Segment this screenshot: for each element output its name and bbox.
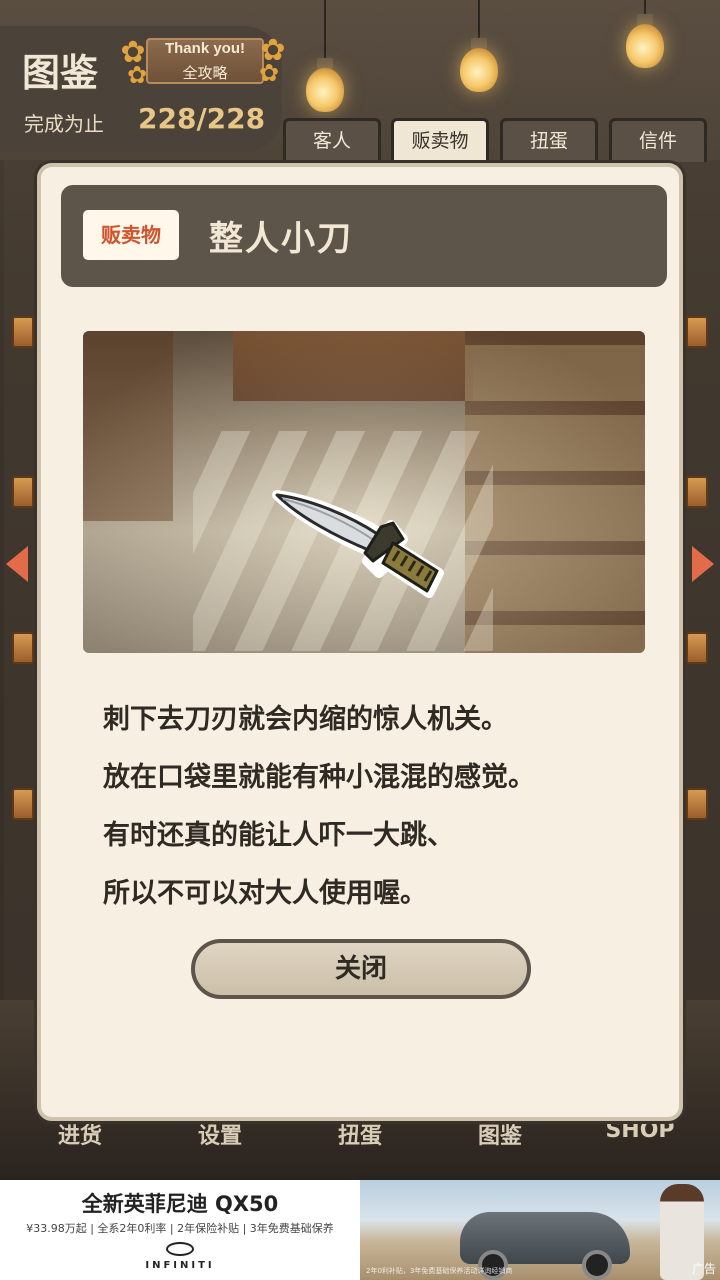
dialog-header: 贩卖物 整人小刀 xyxy=(61,185,667,287)
category-badge: 贩卖物 xyxy=(83,210,179,260)
description-line: 刺下去刀刃就会内缩的惊人机关。 xyxy=(103,704,508,735)
item-name: 整人小刀 xyxy=(209,219,353,259)
hanging-bulb-icon xyxy=(626,0,664,68)
item-detail-dialog: 贩卖物 整人小刀 刺下去刀刃就会内缩的惊人机关。 放在口袋里就能有种小混混的感觉… xyxy=(34,160,686,1124)
completion-ribbon: ✿ ✿ ✿ ✿ Thank you! 全攻略 xyxy=(118,36,290,90)
item-box-icon[interactable] xyxy=(686,788,708,820)
ad-image[interactable]: 2年0利补贴，3年免费基础保养活动详询经销商 广告 xyxy=(360,1180,720,1280)
item-box-icon[interactable] xyxy=(686,316,708,348)
progress-label: 完成为止 xyxy=(24,112,104,136)
ad-headline[interactable]: 全新英菲尼迪 QX50 xyxy=(0,1188,360,1218)
item-illustration xyxy=(83,331,645,653)
description-line: 所以不可以对大人使用喔。 xyxy=(103,878,427,909)
infiniti-logo-icon xyxy=(166,1242,194,1256)
item-box-icon[interactable] xyxy=(686,476,708,508)
item-box-icon[interactable] xyxy=(686,632,708,664)
ad-brand: INFINITI xyxy=(145,1260,215,1271)
tab-letters[interactable]: 信件 xyxy=(609,118,707,162)
item-box-icon[interactable] xyxy=(12,632,34,664)
next-page-arrow-icon[interactable] xyxy=(692,546,714,582)
prev-page-arrow-icon[interactable] xyxy=(6,546,28,582)
hanging-bulb-icon xyxy=(306,0,344,112)
ad-subline[interactable]: ¥33.98万起 | 全系2年0利率 | 2年保险补贴 | 3年免费基础保养 xyxy=(0,1220,360,1236)
item-box-icon[interactable] xyxy=(12,316,34,348)
ad-tag[interactable]: 广告 xyxy=(692,1260,716,1277)
item-box-icon[interactable] xyxy=(12,788,34,820)
ribbon-complete-text: 全攻略 xyxy=(182,64,228,82)
item-box-icon[interactable] xyxy=(12,476,34,508)
tab-gacha[interactable]: 扭蛋 xyxy=(500,118,598,162)
description-line: 有时还真的能让人吓一大跳、 xyxy=(103,820,454,851)
ad-fineprint: 2年0利补贴，3年免费基础保养活动详询经销商 xyxy=(366,1267,513,1275)
item-description: 刺下去刀刃就会内缩的惊人机关。 放在口袋里就能有种小混混的感觉。 有时还真的能让… xyxy=(103,691,643,923)
tab-merchandise[interactable]: 贩卖物 xyxy=(391,118,489,162)
close-button[interactable]: 关闭 xyxy=(191,939,531,999)
ad-banner[interactable]: 全新英菲尼迪 QX50 ¥33.98万起 | 全系2年0利率 | 2年保险补贴 … xyxy=(0,1180,720,1280)
ribbon-thanks-text: Thank you! xyxy=(164,40,245,57)
hanging-bulb-icon xyxy=(460,0,498,92)
tab-guests[interactable]: 客人 xyxy=(283,118,381,162)
progress-value: 228/228 xyxy=(138,102,266,135)
knife-icon xyxy=(272,490,444,598)
page-title: 图鉴 xyxy=(22,51,99,95)
description-line: 放在口袋里就能有种小混混的感觉。 xyxy=(103,762,535,793)
